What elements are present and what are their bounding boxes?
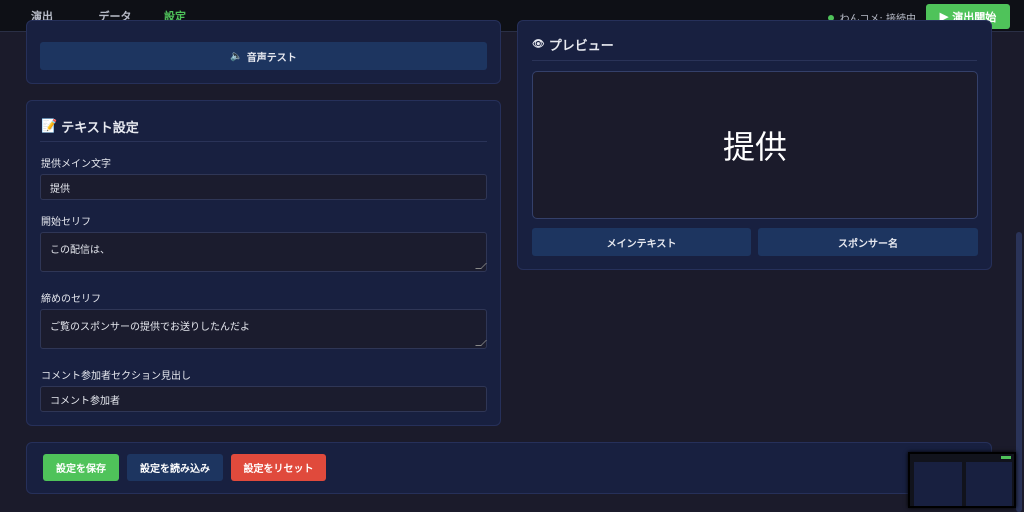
divider <box>532 60 977 61</box>
memo-icon: 📝 <box>41 119 58 134</box>
start-line-textarea[interactable]: この配信は、 <box>40 232 487 272</box>
preview-canvas: 提供 <box>532 71 978 219</box>
divider <box>40 141 487 142</box>
preview-panel: 👁 プレビュー 提供 メインテキスト スポンサー名 <box>517 20 992 270</box>
resize-handle[interactable] <box>475 340 487 346</box>
resize-handle[interactable] <box>475 263 487 269</box>
minimap-right-panel <box>966 462 1012 506</box>
title-text: テキスト設定 <box>61 121 139 136</box>
preview-title-text: プレビュー <box>548 39 614 54</box>
save-settings-button[interactable]: 設定を保存 <box>43 454 119 481</box>
preview-title: 👁 プレビュー <box>532 35 614 54</box>
speaker-icon: 🔈 <box>230 50 243 62</box>
start-line-label: 開始セリフ <box>41 217 91 228</box>
sponsor-name-preview-button[interactable]: スポンサー名 <box>758 228 978 256</box>
main-text-label: 提供メイン文字 <box>41 159 111 170</box>
end-line-textarea[interactable]: ご覧のスポンサーの提供でお送りしたんだよ <box>40 309 487 349</box>
minimap-start-mark <box>1001 456 1011 459</box>
eye-icon: 👁 <box>532 39 545 50</box>
audio-panel: 🔈 音声テスト <box>26 20 501 84</box>
end-line-value: ご覧のスポンサーの提供でお送りしたんだよ <box>50 322 250 333</box>
start-line-value: この配信は、 <box>50 245 110 256</box>
text-settings-panel: 📝 テキスト設定 提供メイン文字 提供 開始セリフ この配信は、 締めのセリフ ご… <box>26 100 501 426</box>
text-settings-title: 📝 テキスト設定 <box>41 117 139 136</box>
load-settings-button[interactable]: 設定を読み込み <box>127 454 223 481</box>
audio-test-label: 音声テスト <box>246 52 297 64</box>
audio-test-button[interactable]: 🔈 音声テスト <box>40 42 487 70</box>
main-text-preview-button[interactable]: メインテキスト <box>532 228 751 256</box>
minimap-thumbnail[interactable] <box>908 452 1016 508</box>
end-line-label: 締めのセリフ <box>41 294 101 305</box>
section-heading-input[interactable]: コメント参加者 <box>40 386 487 412</box>
reset-settings-button[interactable]: 設定をリセット <box>231 454 326 481</box>
section-heading-label: コメント参加者セクション見出し <box>41 371 191 382</box>
minimap-left-panel <box>914 462 962 506</box>
main-text-input[interactable]: 提供 <box>40 174 487 200</box>
scrollbar[interactable] <box>1016 232 1022 512</box>
